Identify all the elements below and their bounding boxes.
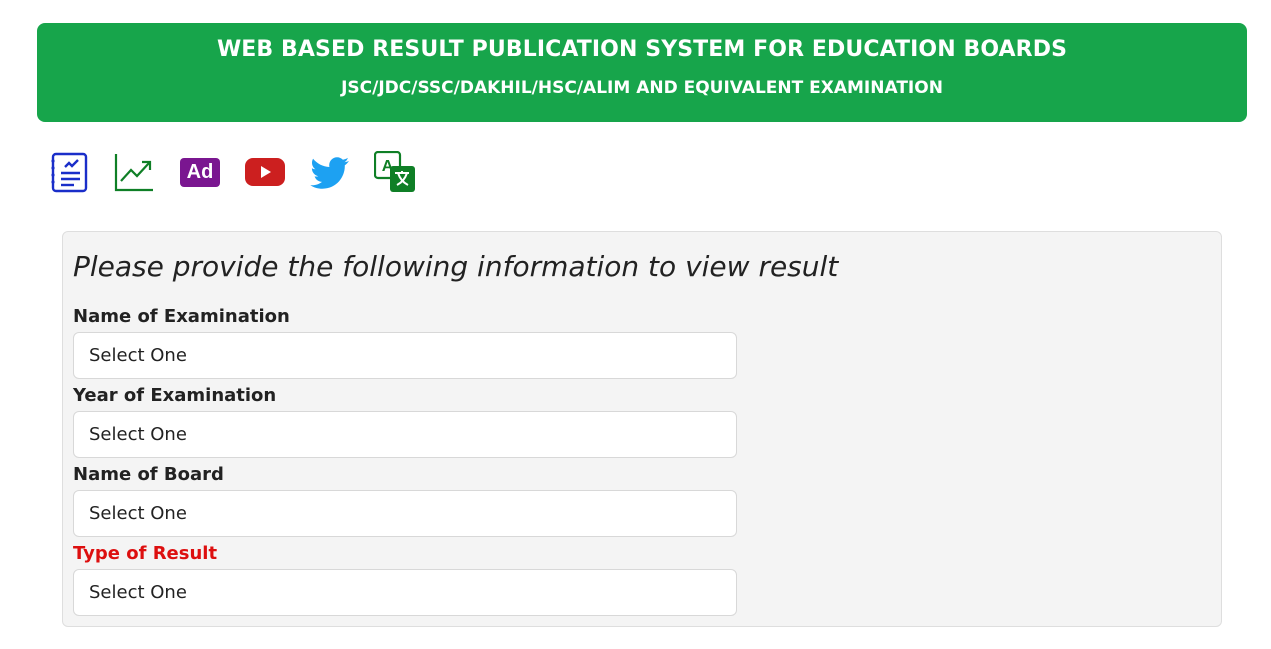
exam-name-select-value: Select One bbox=[89, 345, 187, 366]
exam-year-select[interactable]: Select One bbox=[73, 411, 737, 458]
board-name-select[interactable]: Select One bbox=[73, 490, 737, 537]
page-subtitle: JSC/JDC/SSC/DAKHIL/HSC/ALIM AND EQUIVALE… bbox=[341, 78, 943, 98]
board-name-select-value: Select One bbox=[89, 503, 187, 524]
stats-chart-icon[interactable] bbox=[113, 151, 155, 193]
exam-year-select-value: Select One bbox=[89, 424, 187, 445]
twitter-icon[interactable] bbox=[309, 151, 351, 193]
result-type-select[interactable]: Select One bbox=[73, 569, 737, 616]
ad-icon[interactable]: Ad bbox=[180, 158, 220, 187]
exam-name-label: Name of Examination bbox=[73, 306, 290, 327]
youtube-icon[interactable] bbox=[244, 151, 286, 193]
page-title: WEB BASED RESULT PUBLICATION SYSTEM FOR … bbox=[216, 37, 1068, 62]
result-list-icon[interactable] bbox=[48, 151, 90, 193]
board-name-label: Name of Board bbox=[73, 464, 224, 485]
translate-icon[interactable]: A bbox=[374, 151, 416, 193]
result-type-label: Type of Result bbox=[73, 543, 218, 564]
exam-year-label: Year of Examination bbox=[73, 385, 277, 406]
result-type-select-value: Select One bbox=[89, 582, 187, 603]
exam-name-select[interactable]: Select One bbox=[73, 332, 737, 379]
ad-icon-label: Ad bbox=[186, 161, 214, 183]
result-form-panel: Please provide the following information… bbox=[62, 231, 1222, 627]
page-header: WEB BASED RESULT PUBLICATION SYSTEM FOR … bbox=[37, 23, 1247, 122]
form-prompt: Please provide the following information… bbox=[73, 250, 839, 283]
